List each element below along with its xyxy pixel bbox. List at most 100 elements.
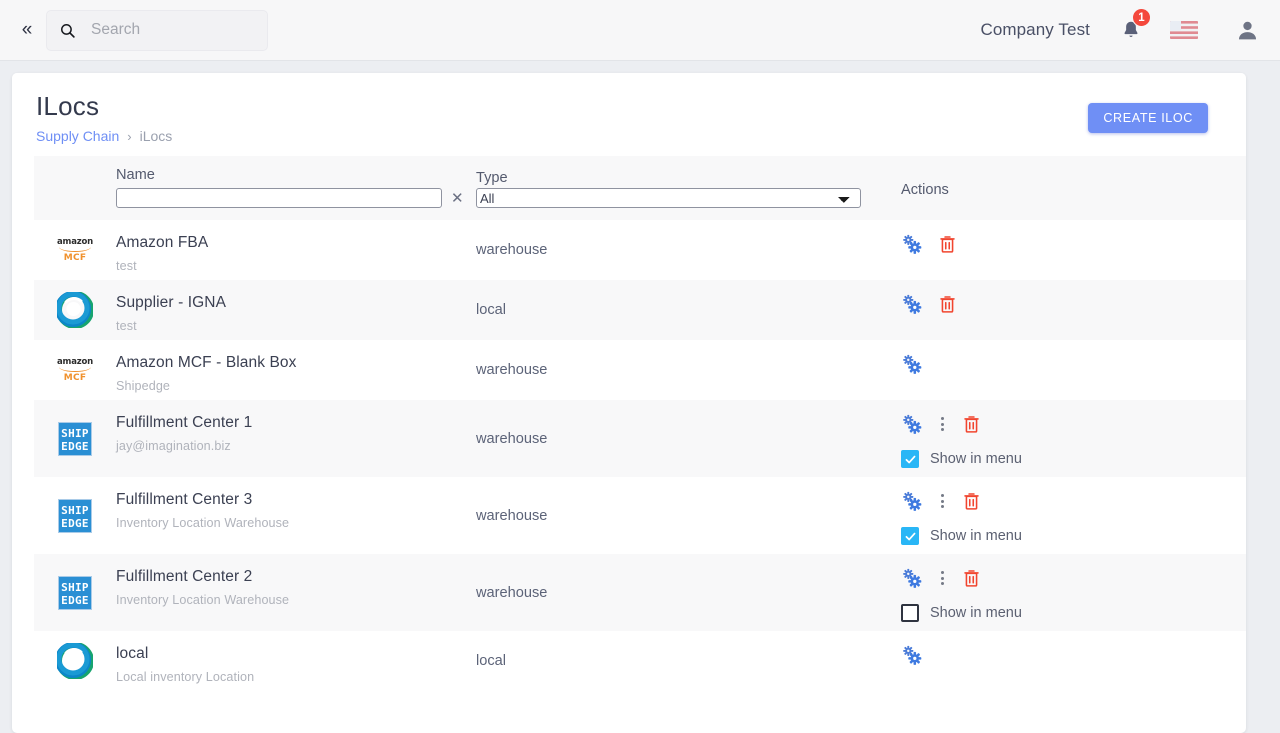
row-logo-cell: SHIP EDGE [34, 400, 116, 477]
row-type-cell: warehouse [476, 220, 901, 280]
row-logo-cell: amazon MCF [34, 220, 116, 280]
search-icon [61, 23, 75, 38]
row-name-cell: Amazon MCF - Blank Box Shipedge [116, 340, 476, 400]
row-actions-cell [901, 220, 1246, 280]
user-avatar-icon [1238, 21, 1256, 39]
row-settings-button[interactable] [901, 490, 924, 513]
svg-text:EDGE: EDGE [61, 440, 89, 453]
row-delete-button[interactable] [937, 293, 958, 315]
row-action-icons [901, 412, 1246, 436]
row-name: Fulfillment Center 3 [116, 491, 253, 508]
row-type: warehouse [476, 430, 548, 447]
row-settings-button[interactable] [901, 644, 924, 667]
table-header-row: Name ✕ Type All Actions [34, 156, 1246, 220]
row-settings-button[interactable] [901, 413, 924, 436]
row-settings-button[interactable] [901, 293, 924, 316]
table-row[interactable]: amazon MCF Amazon MCF - Blank Box Shipedg… [34, 340, 1246, 400]
row-subtitle: test [116, 259, 137, 273]
row-type: warehouse [476, 507, 548, 524]
notifications-button[interactable]: 1 [1114, 8, 1151, 47]
row-delete-button[interactable] [961, 413, 982, 435]
type-filter-select[interactable]: All [476, 188, 861, 208]
row-name: Supplier - IGNA [116, 294, 227, 311]
chevron-double-left-icon[interactable]: « [9, 13, 43, 47]
svg-text:SHIP: SHIP [61, 427, 89, 440]
row-subtitle: Local inventory Location [116, 670, 255, 684]
trash-delete-icon [964, 416, 979, 433]
table-row[interactable]: Supplier - IGNA test local [34, 280, 1246, 340]
trash-delete-icon [940, 236, 955, 253]
row-action-icons [901, 566, 1246, 590]
show-in-menu-group: Show in menu [901, 450, 1246, 468]
us-flag-icon[interactable] [1170, 21, 1198, 39]
global-search-box[interactable] [46, 9, 268, 51]
row-type-cell: warehouse [476, 340, 901, 400]
show-in-menu-checkbox[interactable] [901, 604, 919, 622]
more-vertical-icon[interactable] [937, 494, 948, 508]
trash-delete-icon [964, 493, 979, 510]
table-row[interactable]: local Local inventory Location local [34, 631, 1246, 691]
notification-count-badge: 1 [1132, 8, 1151, 27]
row-settings-button[interactable] [901, 353, 924, 376]
name-filter-input[interactable] [116, 188, 442, 208]
header-type-cell: Type All [476, 156, 901, 208]
row-type: warehouse [476, 242, 548, 258]
row-logo-cell: amazon MCF [34, 340, 116, 400]
table-body: amazon MCF Amazon FBA test warehouse Sup… [34, 220, 1246, 691]
table-row[interactable]: amazon MCF Amazon FBA test warehouse [34, 220, 1246, 280]
igna-swirl-logo [57, 292, 93, 328]
row-actions-cell [901, 631, 1246, 691]
row-settings-button[interactable] [901, 233, 924, 256]
shipedge-logo: SHIP EDGE [58, 575, 92, 610]
row-logo-cell: SHIP EDGE [34, 477, 116, 554]
row-subtitle: jay@imagination.biz [116, 439, 231, 453]
row-name: local [116, 645, 149, 662]
show-in-menu-checkbox[interactable] [901, 450, 919, 468]
clear-x-icon[interactable]: ✕ [451, 189, 464, 207]
breadcrumb-supply-chain[interactable]: Supply Chain [36, 128, 119, 144]
breadcrumb-separator-icon: › [127, 128, 132, 144]
company-name-label: Company Test [980, 20, 1090, 39]
table-row[interactable]: SHIP EDGE Fulfillment Center 3 Inventory … [34, 477, 1246, 554]
row-logo-cell [34, 280, 116, 340]
table-row[interactable]: SHIP EDGE Fulfillment Center 1 jay@imagin… [34, 400, 1246, 477]
show-in-menu-group: Show in menu [901, 527, 1246, 545]
search-input[interactable] [91, 21, 251, 39]
row-name: Fulfillment Center 2 [116, 568, 253, 585]
header-actions-cell: Actions [901, 156, 1246, 199]
create-iloc-button[interactable]: CREATE ILOC [1088, 103, 1208, 133]
trash-delete-icon [940, 296, 955, 313]
row-type-cell: warehouse [476, 400, 901, 477]
gears-settings-icon [903, 414, 922, 434]
row-settings-button[interactable] [901, 567, 924, 590]
row-name-cell: local Local inventory Location [116, 631, 476, 691]
show-in-menu-checkbox[interactable] [901, 527, 919, 545]
show-in-menu-group: Show in menu [901, 604, 1246, 622]
page-header: ILocs Supply Chain › iLocs CREATE ILOC [12, 73, 1246, 156]
page-title: ILocs [36, 91, 100, 121]
row-delete-button[interactable] [961, 490, 982, 512]
table-row[interactable]: SHIP EDGE Fulfillment Center 2 Inventory … [34, 554, 1246, 631]
more-vertical-icon[interactable] [937, 571, 948, 585]
row-type-cell: warehouse [476, 477, 901, 554]
gears-settings-icon [903, 491, 922, 511]
breadcrumb-current: iLocs [139, 128, 173, 144]
row-name: Fulfillment Center 1 [116, 414, 253, 431]
row-name-cell: Fulfillment Center 1 jay@imagination.biz [116, 400, 476, 477]
column-header-name: Name [116, 167, 155, 183]
row-name-cell: Supplier - IGNA test [116, 280, 476, 340]
row-subtitle: Inventory Location Warehouse [116, 516, 290, 530]
row-delete-button[interactable] [961, 567, 982, 589]
row-delete-button[interactable] [937, 233, 958, 255]
igna-swirl-logo [57, 643, 93, 679]
row-subtitle: Shipedge [116, 379, 171, 393]
show-in-menu-label: Show in menu [930, 605, 1022, 621]
row-action-icons [901, 292, 1246, 316]
row-name: Amazon FBA [116, 234, 209, 251]
more-vertical-icon[interactable] [937, 417, 948, 431]
show-in-menu-label: Show in menu [930, 451, 1022, 467]
row-action-icons [901, 489, 1246, 513]
user-avatar-button[interactable] [1232, 15, 1262, 45]
gears-settings-icon [903, 645, 922, 665]
top-navigation-bar: « Company Test 1 [0, 0, 1280, 61]
